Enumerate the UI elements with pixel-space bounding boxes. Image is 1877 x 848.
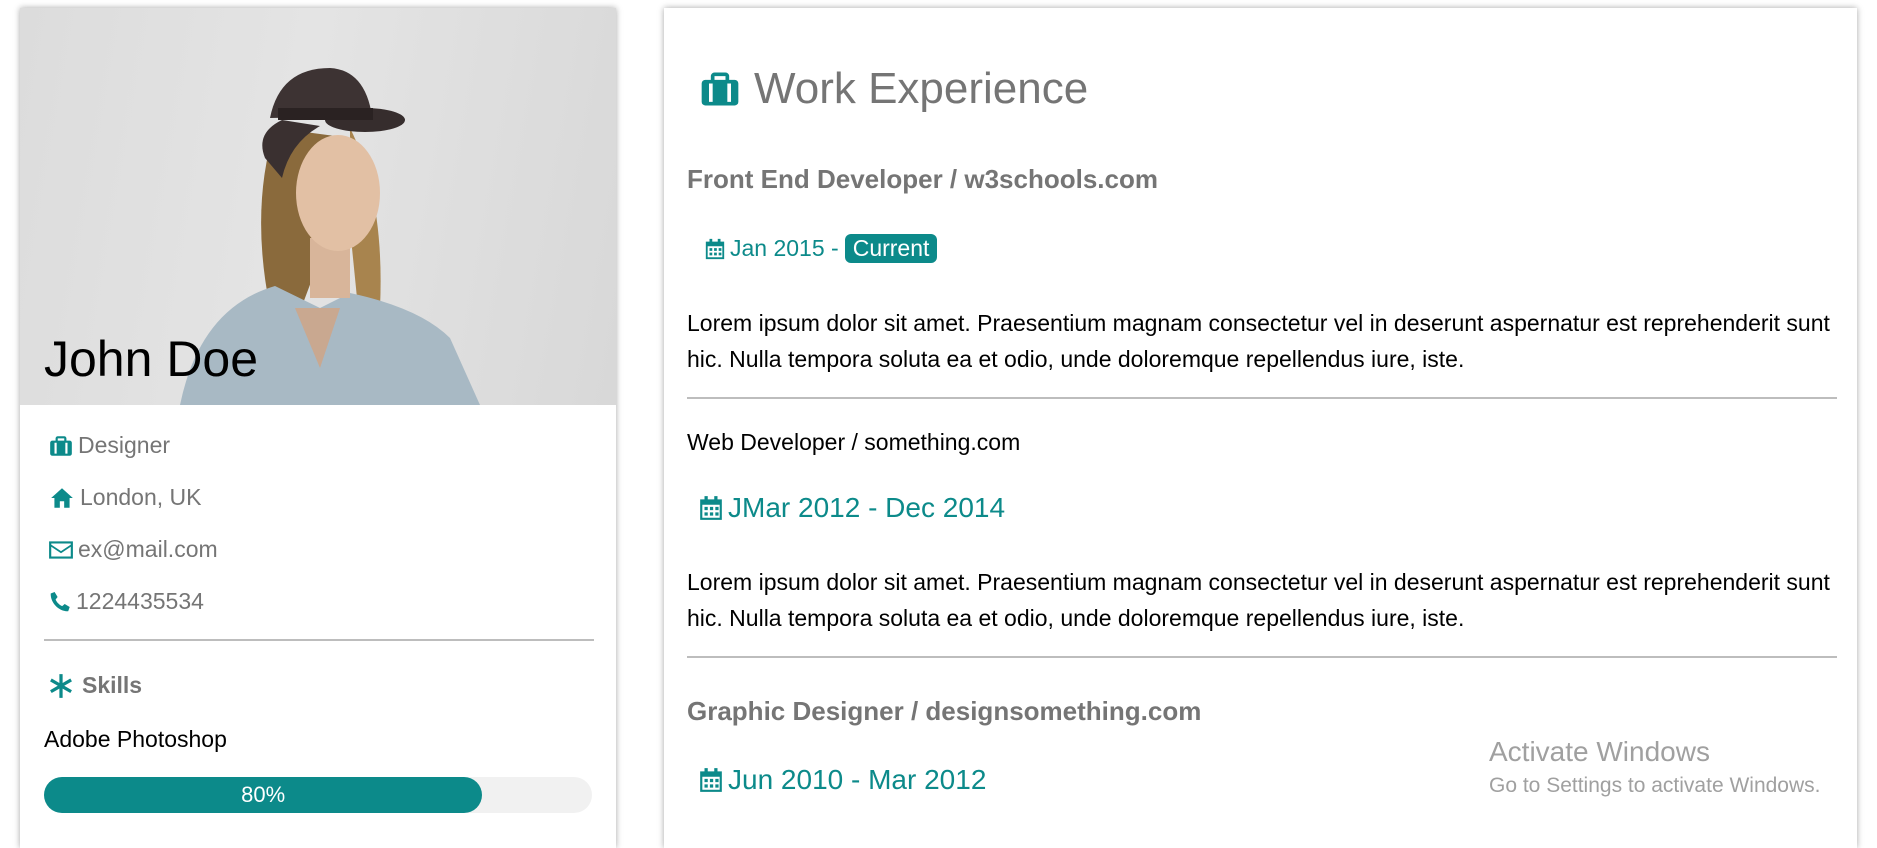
job-title: Graphic Designer / designsomething.com [687,696,1202,726]
job-date: JMar 2012 - Dec 2014 [698,492,1005,524]
watermark-title: Activate Windows [1489,736,1710,767]
job-date-text: Jan 2015 - [730,235,839,261]
profile-divider [44,639,594,641]
work-experience-heading: Work Experience [698,64,1088,114]
calendar-icon [705,238,725,259]
job-description: Lorem ipsum dolor sit amet. Praesentium … [687,569,1830,631]
asterisk-icon [50,673,72,698]
briefcase-icon [701,72,739,106]
phone-row: 1224435534 [48,588,204,615]
location-text: London, UK [80,484,202,510]
job-title: Web Developer / something.com [687,429,1021,455]
skills-heading: Skills [48,672,142,699]
calendar-icon [700,496,722,520]
home-icon [51,487,73,508]
job-date: Jan 2015 - Current [704,234,938,263]
location-row: London, UK [48,484,201,511]
phone-icon [50,591,70,611]
profile-name: John Doe [44,331,259,387]
job-divider [687,656,1837,658]
email-text[interactable]: ex@mail.com [78,536,218,563]
profile-photo: John Doe [20,8,616,405]
watermark-subtitle: Go to Settings to activate Windows. [1489,774,1821,797]
job-title-text: Designer [78,432,171,458]
phone-text[interactable]: 1224435534 [76,588,204,615]
work-experience-card: Work Experience Front End Developer / w3… [664,8,1857,848]
calendar-icon [700,768,722,792]
skill-name: Adobe Photoshop [44,726,227,752]
skills-title: Skills [82,672,143,698]
job-date-text: Jun 2010 - Mar 2012 [728,764,987,795]
profile-card: John Doe Designer London, UK ex@mail.com… [20,8,616,848]
job-divider [687,397,1837,399]
job-date-text: JMar 2012 - Dec 2014 [728,492,1006,523]
current-tag: Current [844,234,938,263]
email-row: ex@mail.com [48,536,218,563]
briefcase-icon [50,435,72,456]
activation-watermark: Activate Windows Go to Settings to activ… [1489,736,1821,798]
job-title-row: Designer [48,432,170,459]
skill-progress-bar: 80% [44,777,592,813]
skill-progress-fill: 80% [44,777,483,813]
job-date: Jun 2010 - Mar 2012 [698,764,986,796]
skill-percent-label: 80% [241,782,286,807]
section-title: Work Experience [754,64,1089,113]
envelope-icon [49,540,73,559]
job-description: Lorem ipsum dolor sit amet. Praesentium … [687,310,1830,372]
job-title: Front End Developer / w3schools.com [687,164,1158,194]
